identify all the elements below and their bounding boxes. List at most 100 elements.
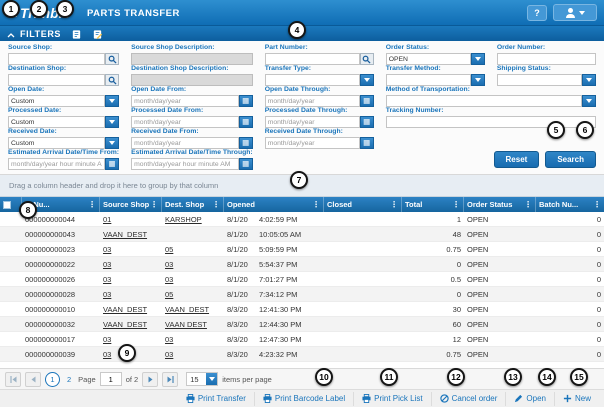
shop-link[interactable]: VAAN DEST — [165, 320, 207, 329]
page-1-button[interactable]: 1 — [45, 371, 60, 387]
print-barcode-label-button[interactable]: Print Barcode Label — [253, 391, 353, 406]
transfer-type-select[interactable] — [264, 74, 360, 86]
chevron-down-icon[interactable] — [105, 116, 120, 128]
print-pick-list-button[interactable]: Print Pick List — [353, 391, 430, 406]
chevron-down-icon[interactable] — [470, 53, 485, 65]
table-row[interactable]: 000000000044 01 KARSHOP 8/1/20 4:02:59 PM 1 OP… — [0, 212, 604, 227]
shop-link[interactable]: VAAN_DEST — [103, 230, 147, 239]
search-button[interactable]: Search — [545, 151, 596, 168]
shop-link[interactable]: 03 — [103, 290, 111, 299]
table-row[interactable]: 000000000026 03 03 8/1/20 7:01:27 PM 0.5 OPEN 0 — [0, 272, 604, 287]
row-select-cell[interactable] — [0, 347, 22, 361]
open-date-through-input[interactable] — [264, 95, 360, 107]
column-menu-icon[interactable]: ⋮ — [88, 200, 96, 209]
edit-search-icon[interactable] — [92, 28, 103, 40]
help-button[interactable]: ? — [527, 4, 547, 21]
row-select-cell[interactable] — [0, 302, 22, 316]
print-transfer-button[interactable]: Print Transfer — [178, 392, 254, 406]
page-size-select[interactable]: 15 — [186, 372, 219, 386]
calendar-icon[interactable]: ▦ — [105, 158, 120, 170]
chevron-down-icon[interactable] — [582, 74, 596, 86]
shop-link[interactable]: VAAN_DEST — [103, 320, 147, 329]
column-menu-icon[interactable]: ⋮ — [524, 200, 532, 209]
cancel-order-button[interactable]: Cancel order — [430, 391, 506, 406]
row-select-cell[interactable] — [0, 242, 22, 256]
table-row[interactable]: 000000000017 03 03 8/3/20 12:47:30 PM 12 OPEN 0 — [0, 332, 604, 347]
shop-link[interactable]: 01 — [103, 215, 111, 224]
row-select-cell[interactable] — [0, 317, 22, 331]
column-menu-icon[interactable]: ⋮ — [212, 200, 220, 209]
transfer-method-select[interactable] — [385, 74, 471, 86]
shop-link[interactable]: 03 — [103, 245, 111, 254]
column-menu-icon[interactable]: ⋮ — [390, 200, 398, 209]
column-menu-icon[interactable]: ⋮ — [150, 200, 158, 209]
shop-link[interactable]: 03 — [165, 335, 173, 344]
page-number-input[interactable] — [99, 372, 122, 386]
shop-link[interactable]: 03 — [103, 350, 111, 359]
method-of-transportation-select[interactable] — [385, 95, 582, 107]
row-select-cell[interactable] — [0, 332, 22, 346]
table-row[interactable]: 000000000010 VAAN_DEST VAAN_DEST 8/3/20 12:4… — [0, 302, 604, 317]
shop-link[interactable]: 05 — [165, 290, 173, 299]
table-row[interactable]: 000000000023 03 05 8/1/20 5:09:59 PM 0.75 OPEN… — [0, 242, 604, 257]
shop-link[interactable]: 03 — [103, 335, 111, 344]
lookup-icon[interactable] — [359, 53, 374, 65]
chevron-down-icon[interactable] — [359, 74, 374, 86]
table-row[interactable]: 000000000043 VAAN_DEST 8/1/20 10:05:05 AM 48… — [0, 227, 604, 242]
row-select-cell[interactable] — [0, 227, 22, 241]
part-number-input[interactable] — [264, 53, 360, 65]
chevron-down-icon[interactable] — [470, 74, 485, 86]
column-header-opened[interactable]: Opened ⋮ — [224, 197, 324, 212]
column-header-closed[interactable]: Closed ⋮ — [324, 197, 402, 212]
shop-link[interactable]: 05 — [165, 245, 173, 254]
shipping-status-select[interactable] — [496, 74, 582, 86]
estimated-arrival-from-input[interactable] — [8, 158, 106, 170]
reset-button[interactable]: Reset — [493, 151, 540, 168]
source-shop-input[interactable] — [8, 53, 106, 65]
calendar-icon[interactable]: ▦ — [359, 116, 374, 128]
calendar-icon[interactable]: ▦ — [238, 95, 253, 107]
first-page-button[interactable] — [5, 371, 21, 387]
row-select-cell[interactable] — [0, 287, 22, 301]
column-header-total[interactable]: Total ⋮ — [402, 197, 464, 212]
destination-shop-input[interactable] — [8, 74, 106, 86]
calendar-icon[interactable]: ▦ — [238, 158, 253, 170]
lookup-icon[interactable] — [105, 53, 120, 65]
page-2-button[interactable]: 2 — [64, 375, 74, 384]
table-row[interactable]: 000000000022 03 03 8/1/20 5:54:37 PM 0 OPEN 0 — [0, 257, 604, 272]
received-date-from-input[interactable] — [131, 137, 239, 149]
column-header-batch-number[interactable]: Batch Nu... ⋮ — [536, 197, 604, 212]
estimated-arrival-through-input[interactable] — [131, 158, 239, 170]
shop-link[interactable]: KARSHOP — [165, 215, 202, 224]
chevron-down-icon[interactable] — [582, 95, 596, 107]
save-search-icon[interactable] — [71, 28, 82, 40]
previous-page-button[interactable] — [25, 371, 41, 387]
column-header-source-shop[interactable]: Source Shop ⋮ — [100, 197, 162, 212]
column-menu-icon[interactable]: ⋮ — [593, 200, 601, 209]
column-header-order-status[interactable]: Order Status ⋮ — [464, 197, 536, 212]
received-date-select[interactable]: Custom — [8, 137, 106, 149]
row-select-cell[interactable] — [0, 272, 22, 286]
table-row[interactable]: 000000000039 03 03 8/3/20 4:23:32 PM 0.75 OPEN… — [0, 347, 604, 362]
processed-date-from-input[interactable] — [131, 116, 239, 128]
chevron-down-icon[interactable] — [105, 95, 120, 107]
calendar-icon[interactable]: ▦ — [359, 95, 374, 107]
user-menu-button[interactable] — [553, 4, 597, 21]
column-header-dest-shop[interactable]: Dest. Shop ⋮ — [162, 197, 224, 212]
shop-link[interactable]: 03 — [165, 275, 173, 284]
open-date-select[interactable]: Custom — [8, 95, 106, 107]
shop-link[interactable]: 03 — [103, 260, 111, 269]
calendar-icon[interactable]: ▦ — [238, 137, 253, 149]
order-status-select[interactable]: OPEN — [385, 53, 471, 65]
new-button[interactable]: New — [553, 391, 599, 406]
received-date-through-input[interactable] — [264, 137, 360, 149]
column-menu-icon[interactable]: ⋮ — [312, 200, 320, 209]
shop-link[interactable]: 03 — [103, 275, 111, 284]
row-select-cell[interactable] — [0, 212, 22, 226]
processed-date-select[interactable]: Custom — [8, 116, 106, 128]
shop-link[interactable]: VAAN_DEST — [165, 305, 209, 314]
column-menu-icon[interactable]: ⋮ — [452, 200, 460, 209]
processed-date-through-input[interactable] — [264, 116, 360, 128]
open-button[interactable]: Open — [505, 391, 554, 406]
order-number-input[interactable] — [496, 53, 596, 65]
